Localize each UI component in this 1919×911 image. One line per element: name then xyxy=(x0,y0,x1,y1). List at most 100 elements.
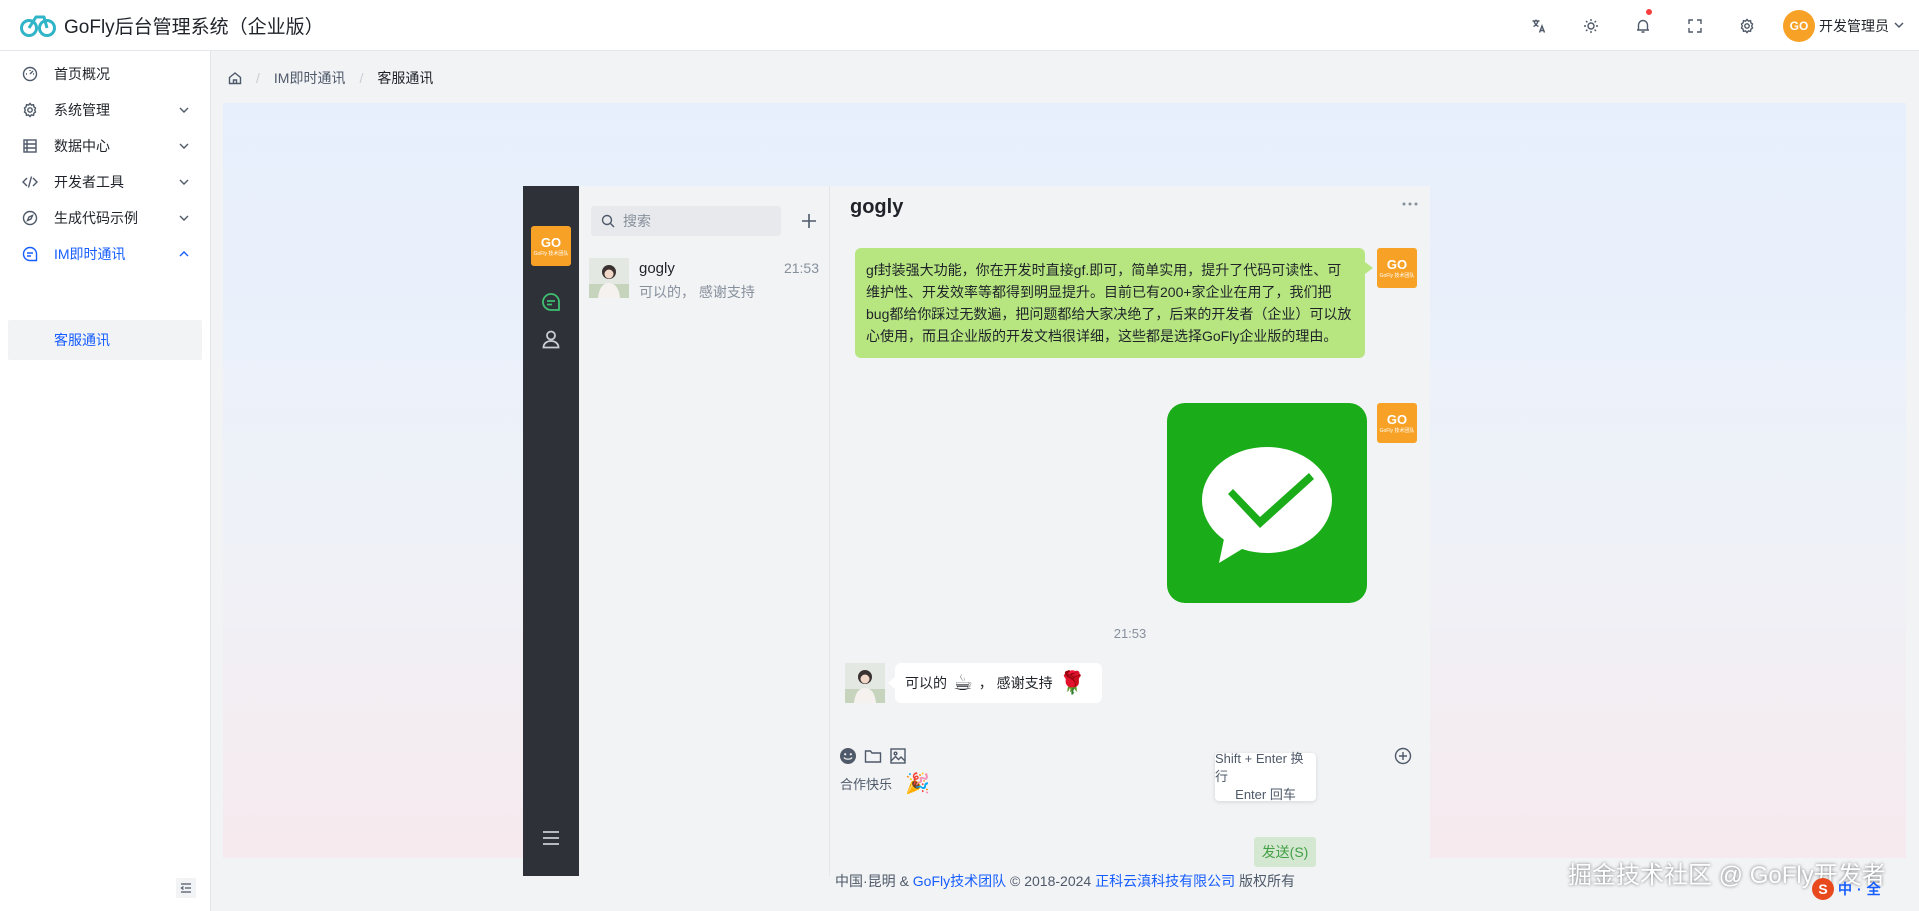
sidebar-item-label: 开发者工具 xyxy=(54,174,124,190)
compass-icon xyxy=(22,210,38,226)
coffee-emoji: ☕ xyxy=(953,670,973,695)
sidebar-item-label: IM即时通讯 xyxy=(54,246,126,262)
contact-avatar xyxy=(589,258,629,298)
ime-punct: · xyxy=(1857,881,1862,897)
ime-toolbar[interactable]: S 中 · 全 xyxy=(1812,876,1908,902)
contact-name: gogly xyxy=(639,260,675,277)
main-area: / IM即时通讯 / 客服通讯 GO GoFly 技术团队 搜索 gogly 2… xyxy=(211,51,1919,911)
chevron-down-icon xyxy=(178,176,190,188)
company-link[interactable]: 正科云滇科技有限公司 xyxy=(1095,873,1235,889)
search-icon xyxy=(601,214,615,228)
sidebar-subitem-customer-service[interactable]: 客服通讯 xyxy=(8,320,202,360)
sidebar-item-label: 生成代码示例 xyxy=(54,210,138,226)
rail-logo-subtext: GoFly 技术团队 xyxy=(533,251,569,257)
emoji-icon[interactable] xyxy=(838,746,858,766)
contacts-icon[interactable] xyxy=(539,327,563,351)
sidebar: 首页概况 系统管理 数据中心 开发者工具 生成代码示例 IM即时通讯 客服通讯 xyxy=(0,51,211,911)
footer-location: 中国·昆明 & xyxy=(835,873,909,889)
chevron-down-icon xyxy=(178,140,190,152)
chevron-down-icon xyxy=(178,212,190,224)
plus-circle-icon[interactable] xyxy=(1393,746,1413,766)
chat-icon xyxy=(22,246,38,262)
conversation-panel: gogly gf封装强大功能，你在开发时直接gf.即可，简单实用，提升了代码可读… xyxy=(830,186,1430,876)
hint-line: Enter 回车 xyxy=(1235,787,1296,802)
bell-icon[interactable] xyxy=(1617,0,1669,51)
top-header: GoFly后台管理系统（企业版） GO 开发管理员 xyxy=(0,0,1919,51)
add-icon[interactable] xyxy=(797,209,821,233)
sidebar-item-system[interactable]: 系统管理 xyxy=(8,90,202,130)
message-bubble-other: 可以的 ☕ ， 感谢支持 🌹 xyxy=(887,663,1103,703)
team-link[interactable]: GoFly技术团队 xyxy=(913,873,1006,889)
search-box xyxy=(591,206,781,236)
image-icon[interactable] xyxy=(888,746,908,766)
avatar: GO GoFly 技术团队 xyxy=(1377,248,1417,288)
header-actions: GO 开发管理员 xyxy=(1513,0,1905,51)
ime-width: 全 xyxy=(1866,881,1881,897)
message-text: ， 感谢支持 xyxy=(978,675,1053,691)
chat-rail: GO GoFly 技术团队 xyxy=(523,186,579,876)
wechat-image-message[interactable] xyxy=(1167,403,1367,603)
breadcrumb: / IM即时通讯 / 客服通讯 xyxy=(228,68,433,88)
send-button[interactable]: 发送(S) xyxy=(1254,837,1316,867)
rail-logo-text: GO xyxy=(540,235,562,250)
folder-icon[interactable] xyxy=(863,746,883,766)
sidebar-item-devtools[interactable]: 开发者工具 xyxy=(8,162,202,202)
contact-list: gogly 21:53 可以的， 感谢支持 xyxy=(579,186,830,876)
message-input[interactable] xyxy=(840,774,1240,798)
sidebar-item-label: 系统管理 xyxy=(54,102,110,118)
ime-mode: 中 xyxy=(1838,881,1852,897)
footer-copyright: © 2018-2024 xyxy=(1010,873,1092,889)
breadcrumb-item[interactable]: IM即时通讯 xyxy=(274,68,346,88)
footer-rights: 版权所有 xyxy=(1238,873,1295,889)
rose-emoji: 🌹 xyxy=(1058,670,1087,695)
brand[interactable]: GoFly后台管理系统（企业版） xyxy=(0,12,340,39)
search-input[interactable] xyxy=(623,213,773,229)
party-emoji: 🎉 xyxy=(905,773,930,795)
app-title: GoFly后台管理系统（企业版） xyxy=(64,16,324,38)
code-icon xyxy=(22,174,38,190)
notification-dot xyxy=(1646,9,1652,15)
sidebar-item-home[interactable]: 首页概况 xyxy=(8,54,202,94)
breadcrumb-separator: / xyxy=(256,70,260,86)
translate-icon[interactable] xyxy=(1513,0,1565,51)
rail-logo: GO GoFly 技术团队 xyxy=(531,226,571,266)
bicycle-logo-icon xyxy=(20,15,56,37)
list-item[interactable]: gogly 21:53 可以的， 感谢支持 xyxy=(579,248,829,308)
hint-line: Shift + Enter 换行 xyxy=(1215,751,1304,784)
wechat-logo-icon xyxy=(1202,447,1332,563)
conversation-title: gogly xyxy=(850,196,904,218)
ime-logo-icon: S xyxy=(1812,878,1834,900)
more-icon[interactable] xyxy=(1400,198,1420,210)
fullscreen-icon[interactable] xyxy=(1669,0,1721,51)
database-icon xyxy=(22,138,38,154)
avatar: GO xyxy=(1783,9,1815,42)
contact-time: 21:53 xyxy=(783,260,819,276)
gear-icon xyxy=(22,102,38,118)
sidebar-item-data[interactable]: 数据中心 xyxy=(8,126,202,166)
chevron-up-icon xyxy=(178,248,190,260)
sidebar-item-im[interactable]: IM即时通讯 xyxy=(8,234,202,274)
sidebar-item-label: 首页概况 xyxy=(54,66,110,82)
contact-body: gogly 21:53 可以的， 感谢支持 xyxy=(639,258,829,300)
breadcrumb-current: 客服通讯 xyxy=(377,70,434,86)
content-panel: GO GoFly 技术团队 搜索 gogly 21:53 可以的， 感谢支持 g… xyxy=(223,103,1906,876)
message-bubble-self: gf封装强大功能，你在开发时直接gf.即可，简单实用，提升了代码可读性、可维护性… xyxy=(855,248,1373,358)
message-time: 21:53 xyxy=(1113,626,1147,641)
chevron-down-icon xyxy=(178,104,190,116)
dashboard-icon xyxy=(22,66,38,82)
sidebar-item-codegen[interactable]: 生成代码示例 xyxy=(8,198,202,238)
collapse-sidebar-icon[interactable] xyxy=(176,878,196,898)
message-text: 可以的 xyxy=(905,675,947,691)
user-name: 开发管理员 xyxy=(1819,17,1889,34)
chat-window: GO GoFly 技术团队 搜索 gogly 21:53 可以的， 感谢支持 g… xyxy=(523,186,1430,876)
gear-icon[interactable] xyxy=(1721,0,1773,51)
contact-preview: 可以的， 感谢支持 xyxy=(639,284,755,300)
chat-icon[interactable] xyxy=(539,290,563,314)
home-icon[interactable] xyxy=(228,71,242,85)
contact-avatar xyxy=(845,663,885,703)
menu-icon[interactable] xyxy=(539,826,563,850)
sidebar-item-label: 数据中心 xyxy=(54,138,110,154)
avatar: GO GoFly 技术团队 xyxy=(1377,403,1417,443)
user-menu[interactable]: GO 开发管理员 xyxy=(1773,9,1905,42)
theme-icon[interactable] xyxy=(1565,0,1617,51)
